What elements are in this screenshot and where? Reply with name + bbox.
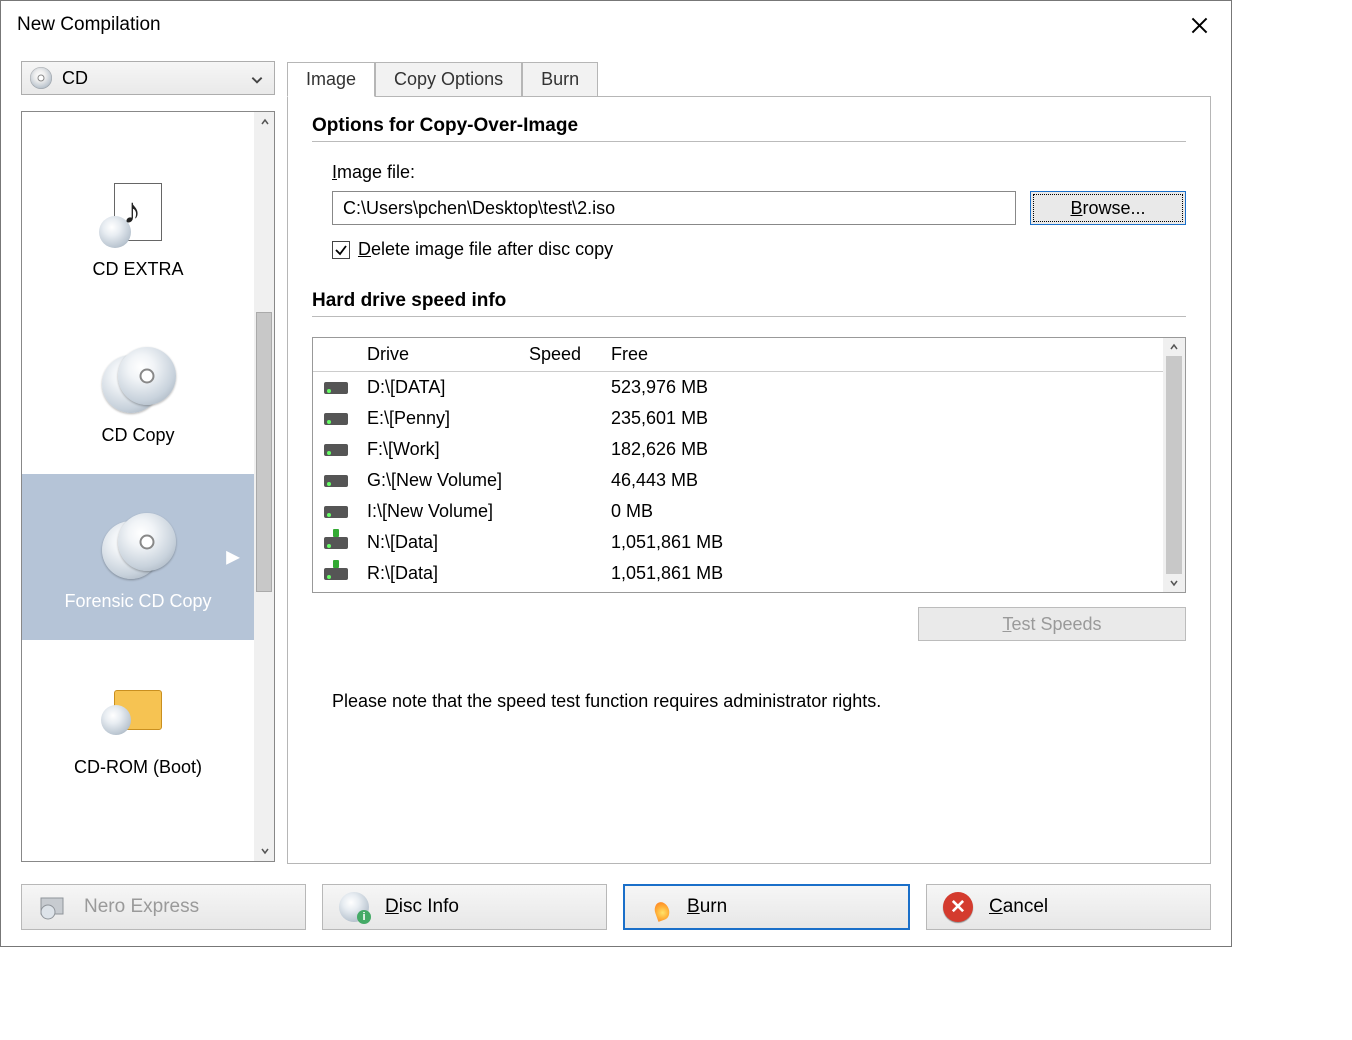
tab-row: ImageCopy OptionsBurn [287, 59, 1211, 97]
close-button[interactable] [1179, 7, 1219, 43]
hard-drive-icon [324, 413, 348, 425]
close-icon [1191, 17, 1208, 34]
drive-row[interactable]: I:\[New Volume] 0 MB [313, 496, 1163, 527]
drive-table-header: Drive Speed Free [313, 338, 1163, 372]
type-item-forensic-cd-copy[interactable]: Forensic CD Copy ▶ [22, 474, 254, 640]
section-hard-drive-speed: Hard drive speed info [312, 290, 1186, 312]
right-column: ImageCopy OptionsBurn Options for Copy-O… [281, 49, 1231, 874]
nero-express-label: Nero Express [84, 896, 199, 918]
drive-name: E:\[Penny] [359, 408, 529, 429]
test-speeds-button: Test Speeds [918, 607, 1186, 641]
hard-drive-icon [324, 444, 348, 456]
image-file-label: Image file: [332, 162, 1186, 183]
chevron-down-icon [250, 71, 264, 92]
drive-free: 523,976 MB [603, 377, 1163, 398]
titlebar: New Compilation [1, 1, 1231, 49]
drive-free: 46,443 MB [603, 470, 1163, 491]
compilation-type-list: CD EXTRA CD Copy Forensic CD Copy ▶ CD-ROM (… [21, 111, 275, 862]
drive-free: 1,051,861 MB [603, 532, 1163, 553]
disc-info-button[interactable]: Disc Info [322, 884, 607, 930]
type-item-label: Forensic CD Copy [64, 591, 211, 612]
image-file-input[interactable] [332, 191, 1016, 225]
disc-type-value: CD [62, 68, 88, 89]
col-header-free[interactable]: Free [603, 344, 1163, 365]
disc-stack-icon [102, 347, 174, 409]
dialog-window: New Compilation CD CD EXTRA CD Copy Forens… [0, 0, 1232, 947]
tab-copy-options[interactable]: Copy Options [375, 62, 522, 97]
drive-row[interactable]: R:\[Data] 1,051,861 MB [313, 558, 1163, 589]
col-header-speed[interactable]: Speed [529, 344, 603, 365]
left-column: CD CD EXTRA CD Copy Forensic CD Copy ▶ CD-RO… [1, 49, 281, 874]
scroll-up-icon [1169, 342, 1179, 352]
burn-icon [641, 892, 671, 922]
network-drive-icon [324, 537, 348, 549]
nero-express-button: Nero Express [21, 884, 306, 930]
drive-row[interactable]: D:\[DATA] 523,976 MB [313, 372, 1163, 403]
scroll-up-icon[interactable] [255, 112, 274, 132]
browse-button[interactable]: Browse... [1030, 191, 1186, 225]
folder-disc-icon [114, 690, 162, 730]
disc-stack-icon [102, 513, 174, 575]
type-list-scrollbar[interactable] [254, 112, 274, 861]
scroll-thumb[interactable] [1166, 356, 1182, 574]
drive-free: 235,601 MB [603, 408, 1163, 429]
network-drive-icon [324, 568, 348, 580]
tab-image[interactable]: Image [287, 62, 375, 97]
drive-name: D:\[DATA] [359, 377, 529, 398]
disc-info-icon [339, 892, 369, 922]
type-item-label: CD-ROM (Boot) [74, 757, 202, 778]
drive-free: 0 MB [603, 501, 1163, 522]
delete-image-checkbox[interactable]: Delete image file after disc copy [332, 239, 1186, 260]
disc-icon [30, 67, 52, 89]
drive-free: 182,626 MB [603, 439, 1163, 460]
disc-type-combo[interactable]: CD [21, 61, 275, 95]
scroll-thumb[interactable] [256, 312, 272, 592]
type-item-label: CD Copy [101, 425, 174, 446]
scroll-down-icon[interactable] [255, 841, 274, 861]
drive-table-scrollbar[interactable] [1163, 338, 1185, 592]
col-header-drive[interactable]: Drive [359, 344, 529, 365]
drive-row[interactable]: N:\[Data] 1,051,861 MB [313, 527, 1163, 558]
drive-name: G:\[New Volume] [359, 470, 529, 491]
drive-speed-table: Drive Speed Free D:\[DATA] 523,976 MB E:\[… [312, 337, 1186, 593]
window-title: New Compilation [17, 14, 161, 36]
type-item-cd-copy[interactable]: CD Copy [22, 308, 254, 474]
hard-drive-icon [324, 382, 348, 394]
dialog-body: CD CD EXTRA CD Copy Forensic CD Copy ▶ CD-RO… [1, 49, 1231, 874]
tab-burn[interactable]: Burn [522, 62, 598, 97]
drive-name: F:\[Work] [359, 439, 529, 460]
hard-drive-icon [324, 475, 348, 487]
type-item-label: CD EXTRA [92, 259, 183, 280]
cancel-icon: ✕ [943, 892, 973, 922]
type-item-cd-extra[interactable]: CD EXTRA [22, 142, 254, 308]
section-copy-over-image: Options for Copy-Over-Image [312, 115, 1186, 137]
play-arrow-icon: ▶ [226, 547, 240, 568]
drive-free: 1,051,861 MB [603, 563, 1163, 584]
drive-row[interactable]: G:\[New Volume] 46,443 MB [313, 465, 1163, 496]
admin-rights-note: Please note that the speed test function… [332, 691, 1186, 712]
drive-name: R:\[Data] [359, 563, 529, 584]
checkbox-icon [332, 241, 350, 259]
tab-image-pane: Options for Copy-Over-Image Image file: … [287, 96, 1211, 864]
drive-row[interactable]: E:\[Penny] 235,601 MB [313, 403, 1163, 434]
drive-name: I:\[New Volume] [359, 501, 529, 522]
type-item-cd-rom-boot-[interactable]: CD-ROM (Boot) [22, 640, 254, 806]
music-page-icon [114, 183, 162, 241]
drive-row[interactable]: F:\[Work] 182,626 MB [313, 434, 1163, 465]
burn-button[interactable]: Burn [623, 884, 910, 930]
dialog-footer: Nero Express Disc Info Burn ✕ Cancel [1, 874, 1231, 946]
cancel-button[interactable]: ✕ Cancel [926, 884, 1211, 930]
nero-express-icon [36, 890, 70, 924]
hard-drive-icon [324, 506, 348, 518]
scroll-down-icon [1169, 578, 1179, 588]
drive-name: N:\[Data] [359, 532, 529, 553]
